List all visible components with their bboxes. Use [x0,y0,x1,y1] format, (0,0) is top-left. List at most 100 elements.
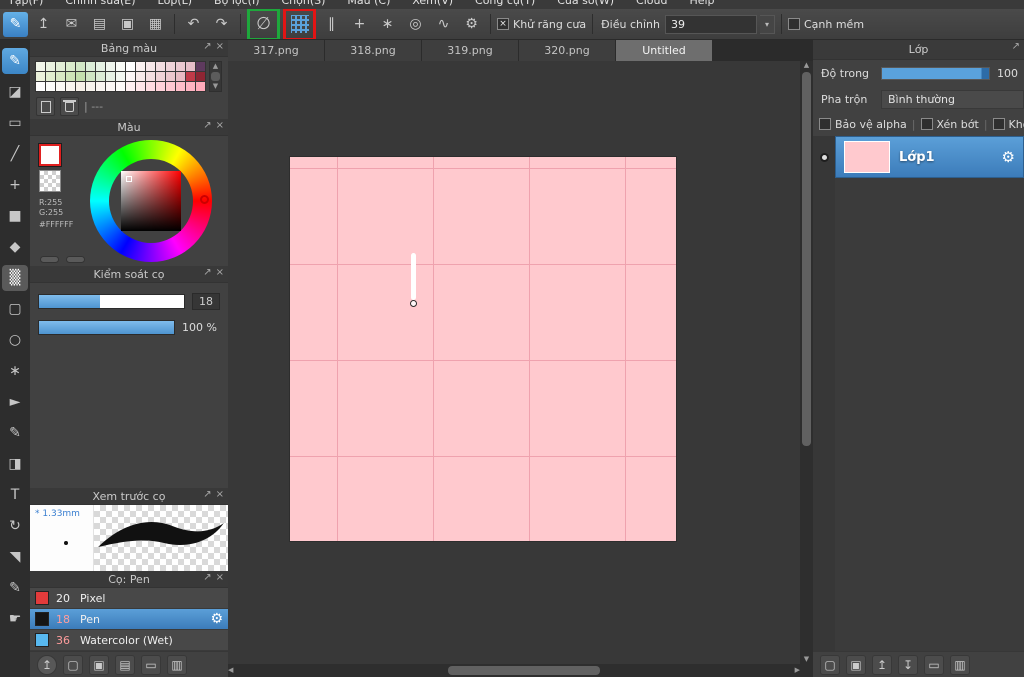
redo-icon[interactable]: ↷ [209,12,234,37]
popout-icon[interactable]: ↗ [203,572,211,583]
menu-item[interactable]: Tập(F) [8,0,43,7]
palette-swatch[interactable] [136,62,145,71]
palette-scrollbar[interactable]: ▲ ▼ [209,61,222,92]
palette-swatch[interactable] [86,62,95,71]
palette-swatch[interactable] [166,82,175,91]
palette-swatch[interactable] [176,62,185,71]
palette-swatch[interactable] [126,82,135,91]
layer-item[interactable]: Lớp1 ⚙ [835,136,1024,178]
menu-item[interactable]: Bộ lọc(I) [214,0,259,7]
color-mode-button-2[interactable] [66,256,85,263]
palette-swatch[interactable] [166,72,175,81]
scroll-down-icon[interactable]: ▼ [804,655,809,664]
brush-opacity-slider[interactable] [38,320,175,335]
rotate-tool[interactable]: ↻ [2,513,28,539]
adjust-dropdown-arrow-icon[interactable]: ▾ [759,14,775,34]
item-list-button[interactable]: ▤ [115,654,135,675]
vertical-scrollbar[interactable]: ▲ ▼ [800,61,813,664]
select-eraser-tool[interactable]: ◨ [2,451,28,477]
popout-icon[interactable]: ↗ [203,41,211,52]
palette-swatch[interactable] [36,72,45,81]
soft-edge-checkbox[interactable]: Cạnh mềm [787,18,864,31]
palette-swatch[interactable] [136,72,145,81]
palette-swatch[interactable] [46,82,55,91]
canvas-document[interactable] [290,157,676,541]
menu-item[interactable]: Màu (C) [347,0,390,7]
protect-alpha-checkbox[interactable]: Bảo vệ alpha [819,118,907,131]
gradient-tool[interactable]: ▒ [2,265,28,291]
layer-settings-icon[interactable]: ⚙ [1002,148,1015,166]
close-icon[interactable]: × [216,120,224,131]
adjust-value-input[interactable]: 39 [664,14,757,34]
duplicate-item-button[interactable]: ▣ [89,654,109,675]
brush-settings-icon[interactable]: ⚙ [210,611,223,627]
canvas-viewport[interactable] [228,61,800,664]
layer-property-button[interactable]: ▣ [846,654,866,675]
marquee-rect-tool[interactable]: ▭ [2,110,28,136]
document-tab[interactable]: 320.png [519,40,616,61]
fill-shape-tool[interactable]: ■ [2,203,28,229]
palette-swatch[interactable] [46,62,55,71]
brush-list-item[interactable]: 18 Pen ⚙ [30,609,228,630]
palette-swatch[interactable] [156,82,165,91]
scrollbar-track[interactable] [233,664,794,677]
magic-wand-tool[interactable]: ∗ [2,358,28,384]
palette-swatch[interactable] [66,72,75,81]
palette-swatch[interactable] [126,72,135,81]
palette-swatch[interactable] [156,62,165,71]
palette-swatch[interactable] [186,72,195,81]
new-item-button[interactable]: ▢ [63,654,83,675]
palette-swatch[interactable] [186,62,195,71]
palette-swatch[interactable] [66,82,75,91]
scroll-up-icon[interactable]: ▲ [213,62,218,71]
parallel-snap-icon[interactable]: ∥ [319,12,344,37]
close-icon[interactable]: × [216,267,224,278]
folder-button[interactable]: ▭ [141,654,161,675]
horizontal-scrollbar[interactable]: ◀ ▶ [228,664,800,677]
palette-swatch[interactable] [86,72,95,81]
text-tool[interactable]: T [2,482,28,508]
grid-snap-icon[interactable] [287,12,312,37]
publish-icon[interactable]: ↥ [31,12,56,37]
palette-swatch[interactable] [196,82,205,91]
palette-swatch[interactable] [96,72,105,81]
brush-list-item[interactable]: 20 Pixel ⚙ [30,588,228,609]
eyedropper-tool[interactable]: ◥ [2,544,28,570]
palette-swatch[interactable] [96,62,105,71]
layer-visibility-toggle[interactable] [813,136,835,178]
pencil-tool[interactable]: ✎ [2,575,28,601]
palette-swatch[interactable] [116,62,125,71]
palette-swatch[interactable] [56,72,65,81]
palette-swatch[interactable] [76,82,85,91]
palette-swatch[interactable] [126,62,135,71]
popout-icon[interactable]: ↗ [203,267,211,278]
palette-swatch[interactable] [76,62,85,71]
palette-swatch[interactable] [36,82,45,91]
concentric-snap-icon[interactable]: ◎ [403,12,428,37]
brush-size-value[interactable]: 18 [192,293,220,310]
color-mode-button-1[interactable] [40,256,59,263]
palette-swatch[interactable] [76,72,85,81]
document-tab[interactable]: 317.png [228,40,325,61]
palette-swatch[interactable] [116,82,125,91]
brush-size-slider[interactable] [38,294,185,309]
menu-item[interactable]: Chọn(S) [281,0,325,7]
brush-tool[interactable]: ✎ [2,48,28,74]
new-layer-button[interactable]: ▢ [820,654,840,675]
palette-swatch[interactable] [146,82,155,91]
menu-item[interactable]: Help [689,0,714,7]
antialias-checkbox[interactable]: × Khử răng cưa [497,18,586,31]
close-icon[interactable]: × [216,489,224,500]
comic-panel-icon[interactable]: ▦ [143,12,168,37]
no-snap-icon[interactable]: ∅ [251,12,276,37]
palette-swatch[interactable] [36,62,45,71]
palette-swatch[interactable] [106,72,115,81]
popout-icon[interactable]: ↗ [1012,41,1020,52]
menu-item[interactable]: Cửa sổ(W) [557,0,614,7]
palette-swatch[interactable] [106,62,115,71]
palette-swatch[interactable] [136,82,145,91]
close-icon[interactable]: × [216,41,224,52]
close-icon[interactable]: × [216,572,224,583]
background-color-swatch[interactable] [39,170,61,192]
palette-swatch[interactable] [146,72,155,81]
